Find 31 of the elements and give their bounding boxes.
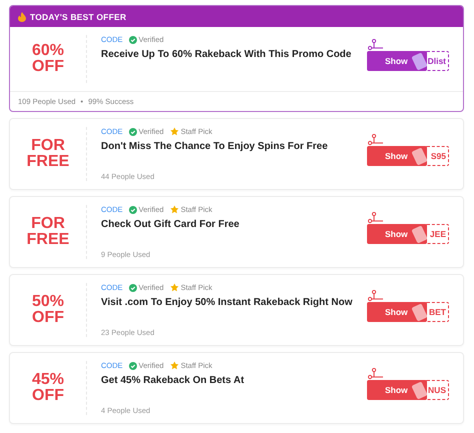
offer-title: Check Out Gift Card For Free — [101, 219, 240, 230]
offer-title: Get 45% Rakeback On Bets At — [101, 375, 246, 386]
promo-code: Dlist — [425, 51, 449, 71]
promo-code: BET — [425, 302, 449, 322]
check-icon — [128, 128, 137, 136]
discount-label: 60% OFF — [32, 43, 64, 75]
discount-label: 50% OFF — [32, 294, 64, 326]
promo-code: JEE — [425, 224, 449, 244]
show-code-button[interactable]: Show — [367, 380, 427, 400]
offer-title: Don't Miss The Chance To Enjoy Spins For Free — [101, 141, 329, 152]
header-title: TODAY'S BEST OFFER — [30, 12, 126, 22]
star-icon — [170, 127, 179, 136]
check-icon — [128, 206, 137, 214]
offer-title: Visit .com To Enjoy 50% Instant Rakeback Right Now — [101, 297, 354, 308]
show-code-button[interactable]: Show — [367, 302, 427, 322]
show-code-button[interactable]: Show — [367, 51, 427, 71]
show-code-button[interactable]: Show — [367, 224, 427, 244]
check-icon — [128, 362, 137, 370]
discount-label: FOR FREE — [26, 138, 70, 170]
discount-label: FOR FREE — [26, 216, 70, 248]
flame-icon — [18, 12, 26, 22]
discount-label: 45% OFF — [32, 372, 64, 404]
check-icon — [128, 284, 137, 292]
offer-title: Receive Up To 60% Rakeback With This Promo Code — [101, 49, 352, 60]
star-icon — [170, 361, 179, 370]
star-icon — [170, 205, 179, 214]
check-icon — [128, 36, 137, 44]
promo-code: S95 — [425, 146, 449, 166]
show-code-button[interactable]: Show — [367, 146, 427, 166]
star-icon — [170, 283, 179, 292]
promo-code: NUS — [425, 380, 449, 400]
